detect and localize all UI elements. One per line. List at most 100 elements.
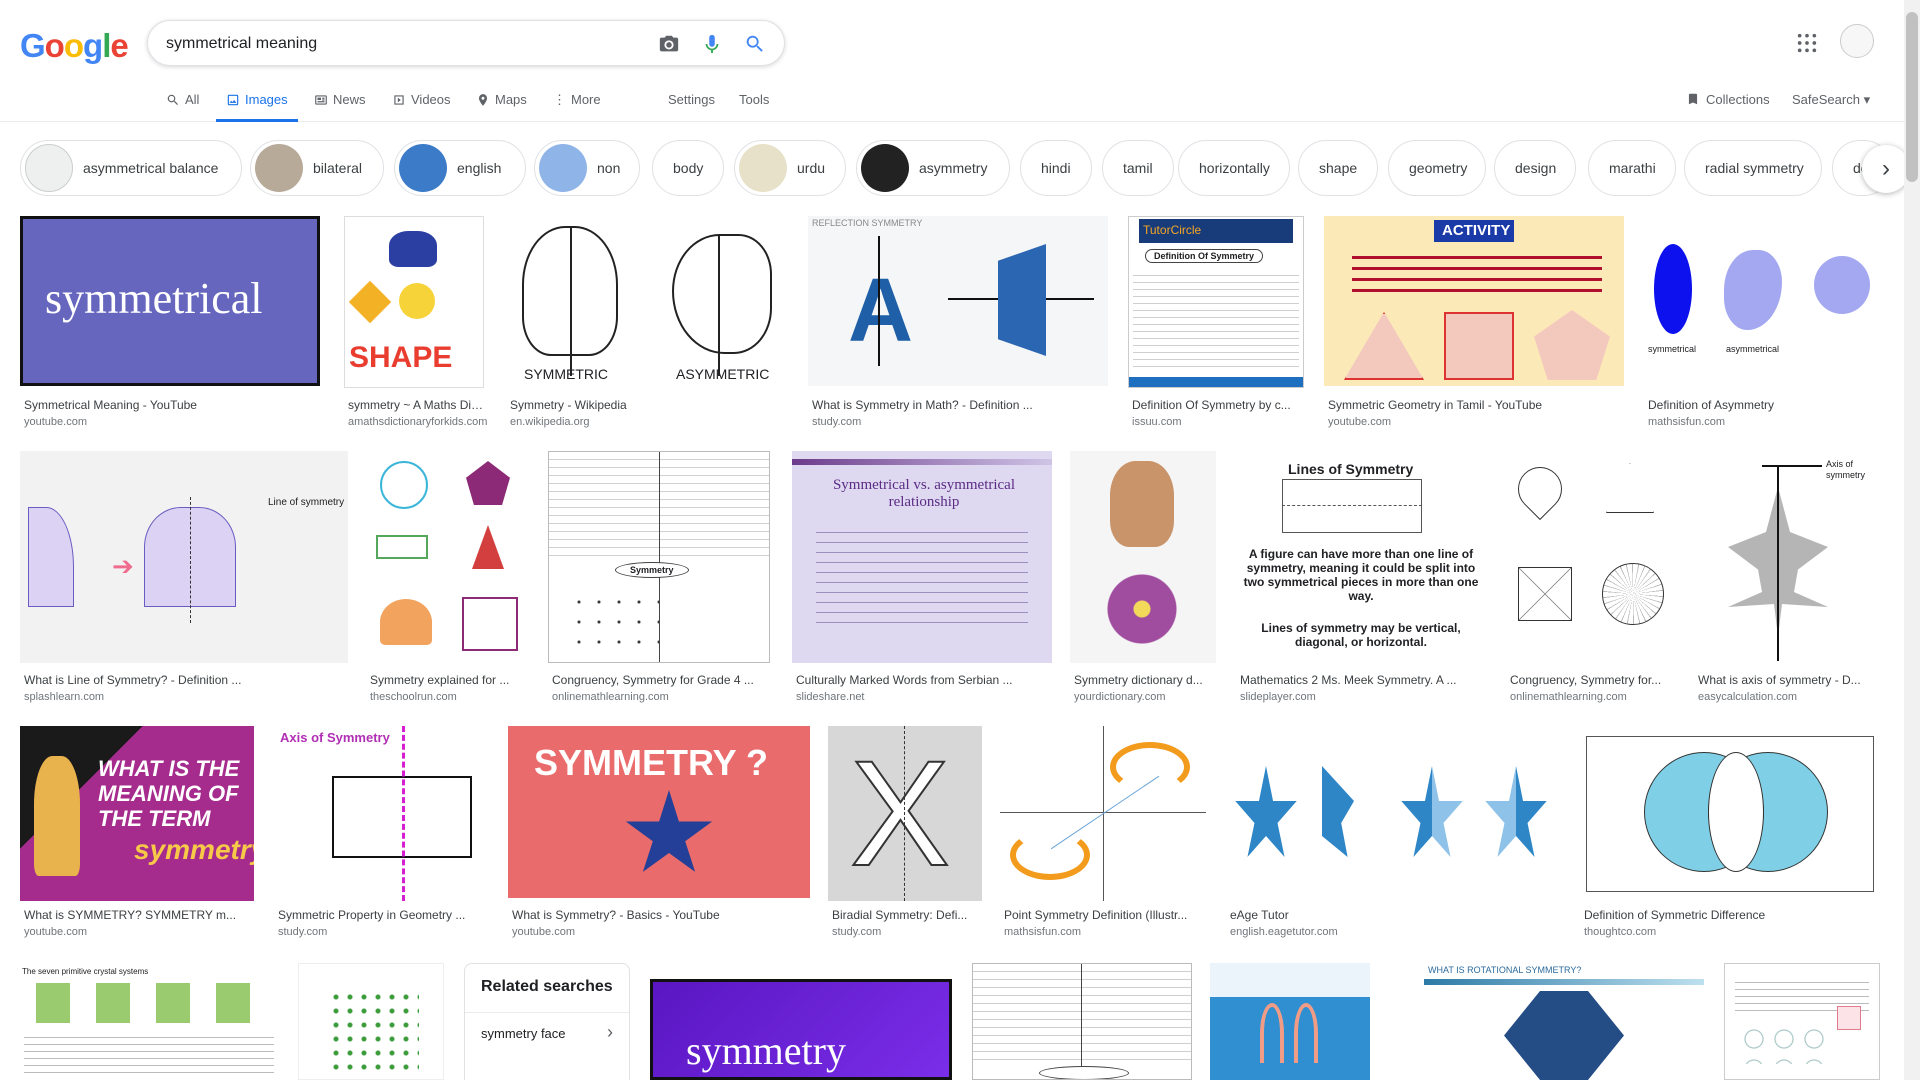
result-source[interactable]: yourdictionary.com xyxy=(1074,691,1166,703)
result-source[interactable]: issuu.com xyxy=(1132,416,1182,428)
result-source[interactable]: onlinemathlearning.com xyxy=(552,691,669,703)
settings-link[interactable]: Settings xyxy=(668,92,715,107)
chip-geometry[interactable]: geometry xyxy=(1388,140,1486,196)
result-card[interactable]: X Biradial Symmetry: Defi... study.com xyxy=(828,726,982,946)
tab-maps[interactable]: Maps xyxy=(476,92,527,122)
result-card[interactable]: Symmetrical vs. asymmetrical relationshi… xyxy=(792,451,1052,705)
search-icon[interactable] xyxy=(744,33,766,55)
result-title[interactable]: Definition of Symmetric Difference xyxy=(1584,908,1880,922)
tab-videos[interactable]: Videos xyxy=(392,92,451,122)
chip-hindi[interactable]: hindi xyxy=(1020,140,1092,196)
result-title[interactable]: What is Line of Symmetry? - Definition .… xyxy=(24,673,348,687)
result-image[interactable]: REFLECTION SYMMETRY A xyxy=(808,216,1108,386)
result-image[interactable] xyxy=(298,963,444,1080)
result-source[interactable]: study.com xyxy=(832,926,881,938)
result-source[interactable]: english.eagetutor.com xyxy=(1230,926,1338,938)
result-image[interactable]: SHAPE xyxy=(344,216,484,388)
chip-body[interactable]: body xyxy=(652,140,724,196)
result-title[interactable]: What is SYMMETRY? SYMMETRY m... xyxy=(24,908,254,922)
chip-urdu[interactable]: urdu xyxy=(734,140,846,196)
result-image[interactable]: The seven primitive crystal systems xyxy=(20,963,280,1080)
result-title[interactable]: What is Symmetry? - Basics - YouTube xyxy=(512,908,810,922)
result-card[interactable]: REFLECTION SYMMETRY A What is Symmetry i… xyxy=(808,216,1108,428)
result-card[interactable]: Symmetry Congruency, Symmetry for Grade … xyxy=(548,451,770,705)
tab-news[interactable]: News xyxy=(314,92,366,122)
chip-non[interactable]: non xyxy=(534,140,640,196)
result-source[interactable]: theschoolrun.com xyxy=(370,691,457,703)
chips-next-button[interactable]: › xyxy=(1862,145,1910,193)
result-card[interactable]: ACTIVITY Symmetric Geometry in Tamil - Y… xyxy=(1324,216,1624,428)
result-source[interactable]: mathsisfun.com xyxy=(1648,416,1725,428)
collections-link[interactable]: Collections xyxy=(1686,92,1770,107)
result-title[interactable]: Symmetric Geometry in Tamil - YouTube xyxy=(1328,398,1624,412)
result-source[interactable]: amathsdictionaryforkids.com xyxy=(348,416,488,428)
result-source[interactable]: slideshare.net xyxy=(796,691,865,703)
result-image[interactable]: TutorCircle Definition Of Symmetry xyxy=(1128,216,1304,388)
safesearch-dropdown[interactable]: SafeSearch ▾ xyxy=(1792,92,1870,108)
result-title[interactable]: Symmetry explained for ... xyxy=(370,673,526,687)
result-card[interactable]: Axis of Symmetry Symmetric Property in G… xyxy=(274,726,490,946)
result-card[interactable]: The seven primitive crystal systems xyxy=(20,963,280,1080)
result-image[interactable] xyxy=(1724,963,1880,1080)
result-image[interactable]: Lines of Symmetry A figure can have more… xyxy=(1236,451,1486,663)
result-image[interactable]: ➔ Line of symmetry xyxy=(20,451,348,663)
result-image[interactable]: symmetry xyxy=(650,963,952,1080)
result-source[interactable]: study.com xyxy=(278,926,327,938)
microphone-icon[interactable] xyxy=(701,33,723,55)
tab-more[interactable]: ⋮ More xyxy=(553,92,601,122)
result-source[interactable]: splashlearn.com xyxy=(24,691,104,703)
tab-images[interactable]: Images xyxy=(216,92,298,122)
result-title[interactable]: What is axis of symmetry - D... xyxy=(1698,673,1880,687)
result-card[interactable]: Congruency, Symmetry for... onlinemathle… xyxy=(1506,451,1676,705)
result-card[interactable]: Lines of Symmetry A figure can have more… xyxy=(1236,451,1486,705)
chip-bilateral[interactable]: bilateral xyxy=(250,140,384,196)
result-title[interactable]: Congruency, Symmetry for Grade 4 ... xyxy=(552,673,770,687)
result-source[interactable]: study.com xyxy=(812,416,861,428)
result-card[interactable]: Axis of symmetry What is axis of symmetr… xyxy=(1694,451,1880,705)
chevron-right-icon[interactable]: › xyxy=(607,1022,613,1043)
chip-asymmetry[interactable]: asymmetry xyxy=(856,140,1010,196)
result-card[interactable]: SHAPE symmetry ~ A Maths Dictionary for … xyxy=(344,216,487,428)
chip-horizontally[interactable]: horizontally xyxy=(1178,140,1290,196)
result-source[interactable]: youtube.com xyxy=(24,416,87,428)
result-title[interactable]: Definition of Asymmetry xyxy=(1648,398,1880,412)
chip-english[interactable]: english xyxy=(394,140,526,196)
chip-design[interactable]: design xyxy=(1494,140,1576,196)
result-image[interactable]: WHAT IS ROTATIONAL SYMMETRY? xyxy=(1424,963,1704,1080)
result-image[interactable] xyxy=(366,451,526,663)
account-avatar[interactable] xyxy=(1840,24,1874,58)
camera-icon[interactable] xyxy=(658,33,680,55)
result-source[interactable]: thoughtco.com xyxy=(1584,926,1656,938)
result-image[interactable]: Axis of Symmetry xyxy=(274,726,490,901)
search-input[interactable] xyxy=(166,31,626,57)
result-card[interactable] xyxy=(1724,963,1880,1080)
chip-asymmetrical-balance[interactable]: asymmetrical balance xyxy=(20,140,242,196)
result-source[interactable]: slideplayer.com xyxy=(1240,691,1316,703)
result-card[interactable]: TutorCircle Definition Of Symmetry Defin… xyxy=(1128,216,1304,428)
result-source[interactable]: youtube.com xyxy=(512,926,575,938)
result-image[interactable] xyxy=(1506,451,1676,663)
result-card[interactable]: symmetrical asymmetrical Definition of A… xyxy=(1644,216,1880,428)
google-logo[interactable]: Google xyxy=(20,27,129,65)
result-image[interactable]: Axis of symmetry xyxy=(1694,451,1880,663)
result-card[interactable]: Definition of Symmetric Difference thoug… xyxy=(1580,726,1880,946)
result-image[interactable] xyxy=(972,963,1192,1080)
result-title[interactable]: Definition Of Symmetry by c... xyxy=(1132,398,1304,412)
result-card[interactable] xyxy=(298,963,444,1080)
result-image[interactable]: ACTIVITY xyxy=(1324,216,1624,386)
result-source[interactable]: youtube.com xyxy=(24,926,87,938)
result-title[interactable]: What is Symmetry in Math? - Definition .… xyxy=(812,398,1108,412)
result-card[interactable]: Symmetry dictionary d... yourdictionary.… xyxy=(1070,451,1216,705)
result-image[interactable]: symmetrical asymmetrical xyxy=(1644,216,1880,388)
result-image[interactable]: X xyxy=(828,726,982,901)
tab-all[interactable]: All xyxy=(166,92,199,122)
result-title[interactable]: Mathematics 2 Ms. Meek Symmetry. A ... xyxy=(1240,673,1486,687)
result-image[interactable]: Symmetry xyxy=(548,451,770,663)
result-title[interactable]: Biradial Symmetry: Defi... xyxy=(832,908,982,922)
result-card[interactable]: ➔ Line of symmetry What is Line of Symme… xyxy=(20,451,348,705)
result-title[interactable]: Symmetric Property in Geometry ... xyxy=(278,908,490,922)
result-card[interactable]: WHAT IS THE MEANING OF THE TERM symmetry… xyxy=(20,726,254,946)
result-title[interactable]: Symmetrical Meaning - YouTube xyxy=(24,398,320,412)
result-source[interactable]: youtube.com xyxy=(1328,416,1391,428)
result-image[interactable] xyxy=(1070,451,1216,663)
